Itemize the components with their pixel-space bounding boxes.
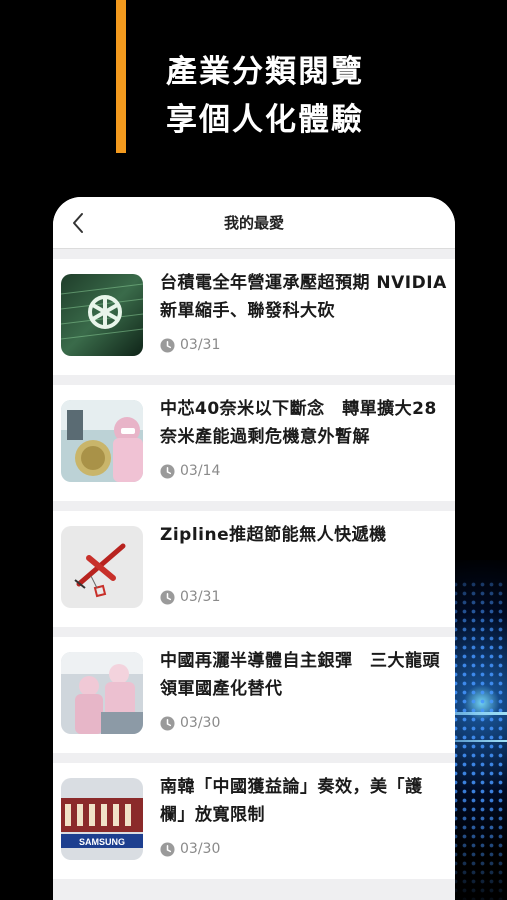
favorites-list: 台積電全年營運承壓超預期 NVIDIA新單縮手、聯發科大砍 03/31 中芯40… <box>53 259 455 889</box>
headline-line-2: 享個人化體驗 <box>166 102 364 138</box>
article-item[interactable]: Zipline推超節能無人快遞機 03/31 <box>53 511 455 627</box>
article-date: 03/30 <box>160 839 220 859</box>
article-date: 03/30 <box>160 713 220 733</box>
article-title: 台積電全年營運承壓超預期 NVIDIA新單縮手、聯發科大砍 <box>160 273 447 321</box>
clock-icon <box>160 715 175 731</box>
clock-icon <box>160 841 175 857</box>
chip-logo-image <box>61 274 143 356</box>
phone-screen: 我的最愛 台積電全年營運承壓超預期 NVIDIA新單縮手、聯發科大砍 03/31… <box>53 197 455 900</box>
nav-bar: 我的最愛 <box>53 197 455 249</box>
promo-headline: 產業分類閱覽 享個人化體驗 <box>166 48 364 144</box>
article-title: 中芯40奈米以下斷念 轉單擴大28奈米產能過剩危機意外暫解 <box>160 399 437 447</box>
samsung-booth-image: SAMSUNG <box>61 778 143 860</box>
article-item[interactable]: 中國再灑半導體自主銀彈 三大龍頭領軍國產化替代 03/30 <box>53 637 455 753</box>
article-thumbnail <box>61 526 143 608</box>
accent-bar <box>116 0 126 153</box>
article-date: 03/31 <box>160 335 220 355</box>
date-text: 03/31 <box>180 337 221 353</box>
article-thumbnail: SAMSUNG <box>61 778 143 860</box>
date-text: 03/30 <box>180 715 221 731</box>
date-text: 03/30 <box>180 841 221 857</box>
article-date: 03/31 <box>160 587 220 607</box>
article-item[interactable]: SAMSUNG 南韓「中國獲益論」奏效，美「護欄」放寬限制 03/30 <box>53 763 455 879</box>
clock-icon <box>160 337 175 353</box>
date-text: 03/31 <box>180 589 221 605</box>
page-title: 我的最愛 <box>223 214 284 232</box>
article-date: 03/14 <box>160 461 220 481</box>
article-item[interactable]: 中芯40奈米以下斷念 轉單擴大28奈米產能過剩危機意外暫解 03/14 <box>53 385 455 501</box>
article-title: 中國再灑半導體自主銀彈 三大龍頭領軍國產化替代 <box>160 651 440 699</box>
article-title: 南韓「中國獲益論」奏效，美「護欄」放寬限制 <box>160 777 423 825</box>
article-thumbnail <box>61 652 143 734</box>
article-thumbnail <box>61 274 143 356</box>
samsung-sign-text: SAMSUNG <box>79 837 125 847</box>
clock-icon <box>160 463 175 479</box>
article-thumbnail <box>61 400 143 482</box>
article-item[interactable]: 台積電全年營運承壓超預期 NVIDIA新單縮手、聯發科大砍 03/31 <box>53 259 455 375</box>
article-title: Zipline推超節能無人快遞機 <box>160 525 387 545</box>
drone-image <box>61 526 143 608</box>
lab-worker-image <box>61 400 143 482</box>
headline-line-1: 產業分類閱覽 <box>166 54 364 90</box>
date-text: 03/14 <box>180 463 221 479</box>
factory-workers-image <box>61 652 143 734</box>
clock-icon <box>160 589 175 605</box>
